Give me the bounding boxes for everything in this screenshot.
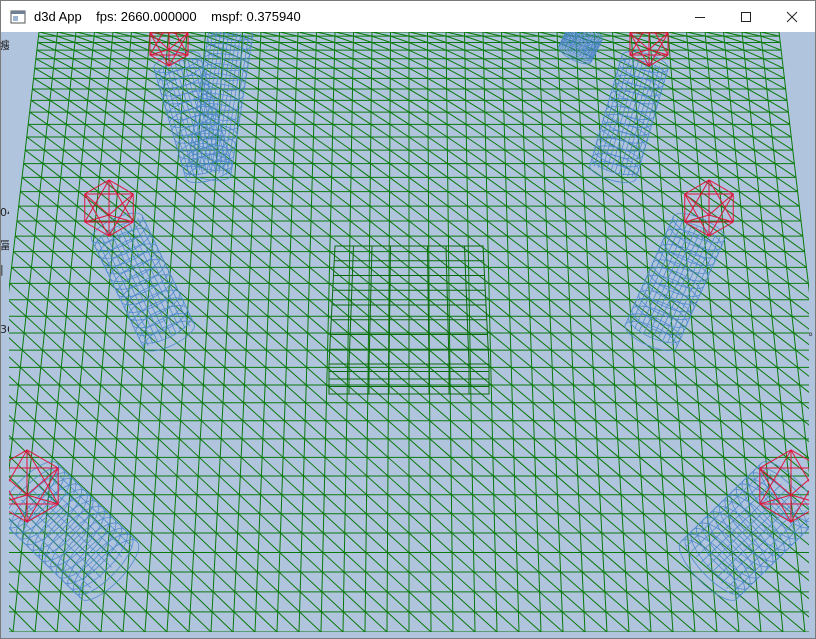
app-window: d3d App fps: 2660.000000 mspf: 0.375940 <box>0 0 816 639</box>
close-button[interactable] <box>769 1 815 32</box>
caption-buttons <box>677 1 815 32</box>
maximize-icon <box>741 11 751 22</box>
edge-glyph: | <box>0 263 4 276</box>
maximize-button[interactable] <box>723 1 769 32</box>
window-title: d3d App fps: 2660.000000 mspf: 0.375940 <box>34 9 301 24</box>
app-window-icon <box>10 9 26 25</box>
minimize-icon <box>695 16 705 18</box>
close-icon <box>786 11 798 22</box>
wireframe-scene <box>9 32 809 632</box>
center-box <box>328 245 490 395</box>
minimize-button[interactable] <box>677 1 723 32</box>
title-bar[interactable]: d3d App fps: 2660.000000 mspf: 0.375940 <box>1 1 815 32</box>
d3d-render-viewport[interactable] <box>9 32 809 632</box>
